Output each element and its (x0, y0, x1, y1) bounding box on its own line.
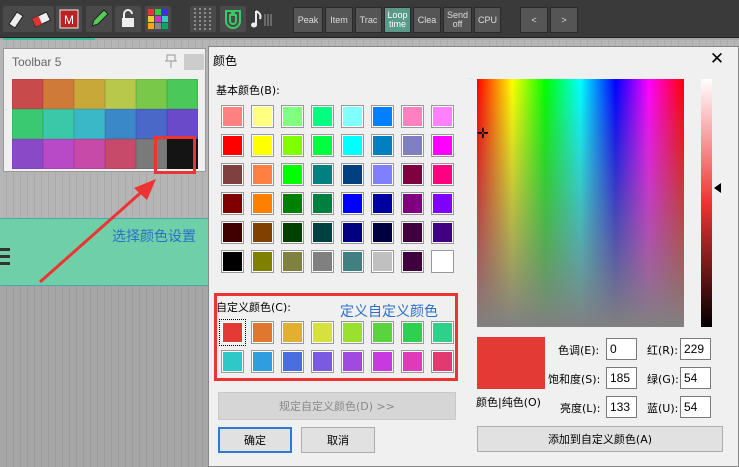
basic-color-swatch[interactable] (221, 105, 244, 128)
basic-color-swatch[interactable] (401, 163, 424, 186)
basic-colors-label: 基本颜色(B): (216, 84, 280, 97)
basic-color-swatch[interactable] (251, 250, 274, 273)
custom-color-swatch[interactable] (401, 350, 424, 373)
color-dialog: 颜色 ✕ 基本颜色(B): 自定义颜色(C): 规定自定义颜色(D) >> 确定… (208, 46, 739, 467)
custom-color-swatch[interactable] (341, 321, 364, 344)
custom-color-swatch[interactable] (401, 321, 424, 344)
basic-color-swatch[interactable] (281, 163, 304, 186)
basic-color-swatch[interactable] (371, 105, 394, 128)
basic-color-swatch[interactable] (431, 105, 454, 128)
basic-color-swatch[interactable] (431, 250, 454, 273)
add-to-custom-colors-button[interactable]: 添加到自定义颜色(A) (477, 426, 723, 452)
custom-color-swatch[interactable] (341, 350, 364, 373)
basic-color-swatch[interactable] (221, 163, 244, 186)
basic-color-swatch[interactable] (401, 221, 424, 244)
basic-color-swatch[interactable] (431, 221, 454, 244)
hue-input[interactable]: 0 (606, 338, 637, 360)
color-spectrum[interactable] (477, 79, 684, 327)
hue-label: 色调(E): (558, 344, 600, 357)
basic-color-swatch[interactable] (221, 192, 244, 215)
blue-input[interactable]: 54 (680, 396, 711, 418)
basic-color-swatch[interactable] (311, 192, 334, 215)
saturation-input[interactable]: 185 (606, 367, 637, 389)
basic-color-swatch[interactable] (251, 163, 274, 186)
basic-color-swatch[interactable] (221, 250, 244, 273)
basic-color-swatch[interactable] (281, 134, 304, 157)
basic-color-swatch[interactable] (281, 192, 304, 215)
basic-color-swatch[interactable] (251, 221, 274, 244)
basic-color-swatch[interactable] (401, 250, 424, 273)
custom-color-swatch[interactable] (281, 321, 304, 344)
basic-color-swatch[interactable] (251, 192, 274, 215)
luminance-slider[interactable] (701, 79, 712, 327)
custom-color-swatch[interactable] (431, 350, 454, 373)
custom-color-swatch[interactable] (371, 350, 394, 373)
luminance-label: 亮度(L): (560, 402, 601, 415)
basic-color-swatch[interactable] (341, 134, 364, 157)
dialog-title: 颜色 (213, 54, 238, 68)
slider-arrow-icon[interactable] (714, 183, 721, 193)
basic-color-swatch[interactable] (251, 134, 274, 157)
basic-color-swatch[interactable] (431, 163, 454, 186)
basic-color-swatch[interactable] (341, 250, 364, 273)
basic-color-swatch[interactable] (401, 134, 424, 157)
basic-color-swatch[interactable] (341, 105, 364, 128)
basic-color-swatch[interactable] (371, 163, 394, 186)
basic-color-swatch[interactable] (311, 250, 334, 273)
basic-color-swatch[interactable] (341, 163, 364, 186)
custom-color-swatch[interactable] (251, 321, 274, 344)
basic-color-swatch[interactable] (401, 105, 424, 128)
basic-color-swatch[interactable] (371, 134, 394, 157)
custom-color-swatch[interactable] (311, 321, 334, 344)
custom-color-swatch[interactable] (281, 350, 304, 373)
luminance-input[interactable]: 133 (606, 396, 637, 418)
define-custom-colors-button[interactable]: 规定自定义颜色(D) >> (218, 392, 456, 420)
close-icon[interactable]: ✕ (706, 49, 728, 69)
red-input[interactable]: 229 (680, 338, 711, 360)
custom-color-swatch[interactable] (251, 350, 274, 373)
basic-color-swatch[interactable] (311, 163, 334, 186)
basic-color-swatch[interactable] (341, 221, 364, 244)
basic-color-swatch[interactable] (371, 250, 394, 273)
cancel-button[interactable]: 取消 (301, 427, 375, 453)
custom-color-swatch[interactable] (311, 350, 334, 373)
green-label: 绿(G): (647, 373, 679, 386)
basic-color-swatch[interactable] (431, 192, 454, 215)
basic-color-swatch[interactable] (311, 134, 334, 157)
basic-color-swatch[interactable] (401, 192, 424, 215)
blue-label: 蓝(U): (647, 402, 679, 415)
basic-color-swatch[interactable] (371, 221, 394, 244)
saturation-label: 饱和度(S): (548, 373, 601, 386)
crosshair-icon: ✛ (477, 126, 489, 142)
red-label: 红(R): (647, 344, 678, 357)
color-solid-label: 颜色|纯色(O) (476, 396, 541, 409)
ok-button[interactable]: 确定 (218, 427, 292, 453)
basic-color-swatch[interactable] (341, 192, 364, 215)
basic-color-swatch[interactable] (431, 134, 454, 157)
basic-color-swatch[interactable] (371, 192, 394, 215)
annotation-define-custom: 定义自定义颜色 (340, 304, 438, 320)
basic-color-swatch[interactable] (221, 134, 244, 157)
basic-color-swatch[interactable] (221, 221, 244, 244)
color-preview (477, 337, 545, 389)
custom-color-swatch[interactable] (431, 321, 454, 344)
basic-color-swatch[interactable] (311, 105, 334, 128)
basic-color-swatch[interactable] (311, 221, 334, 244)
custom-color-swatch[interactable] (371, 321, 394, 344)
custom-color-swatch[interactable] (219, 319, 246, 346)
annotation-select-color: 选择颜色设置 (112, 229, 196, 245)
basic-color-swatch[interactable] (281, 221, 304, 244)
basic-color-swatch[interactable] (281, 250, 304, 273)
green-input[interactable]: 54 (680, 367, 711, 389)
basic-color-swatch[interactable] (251, 105, 274, 128)
custom-color-swatch[interactable] (221, 350, 244, 373)
basic-color-swatch[interactable] (281, 105, 304, 128)
